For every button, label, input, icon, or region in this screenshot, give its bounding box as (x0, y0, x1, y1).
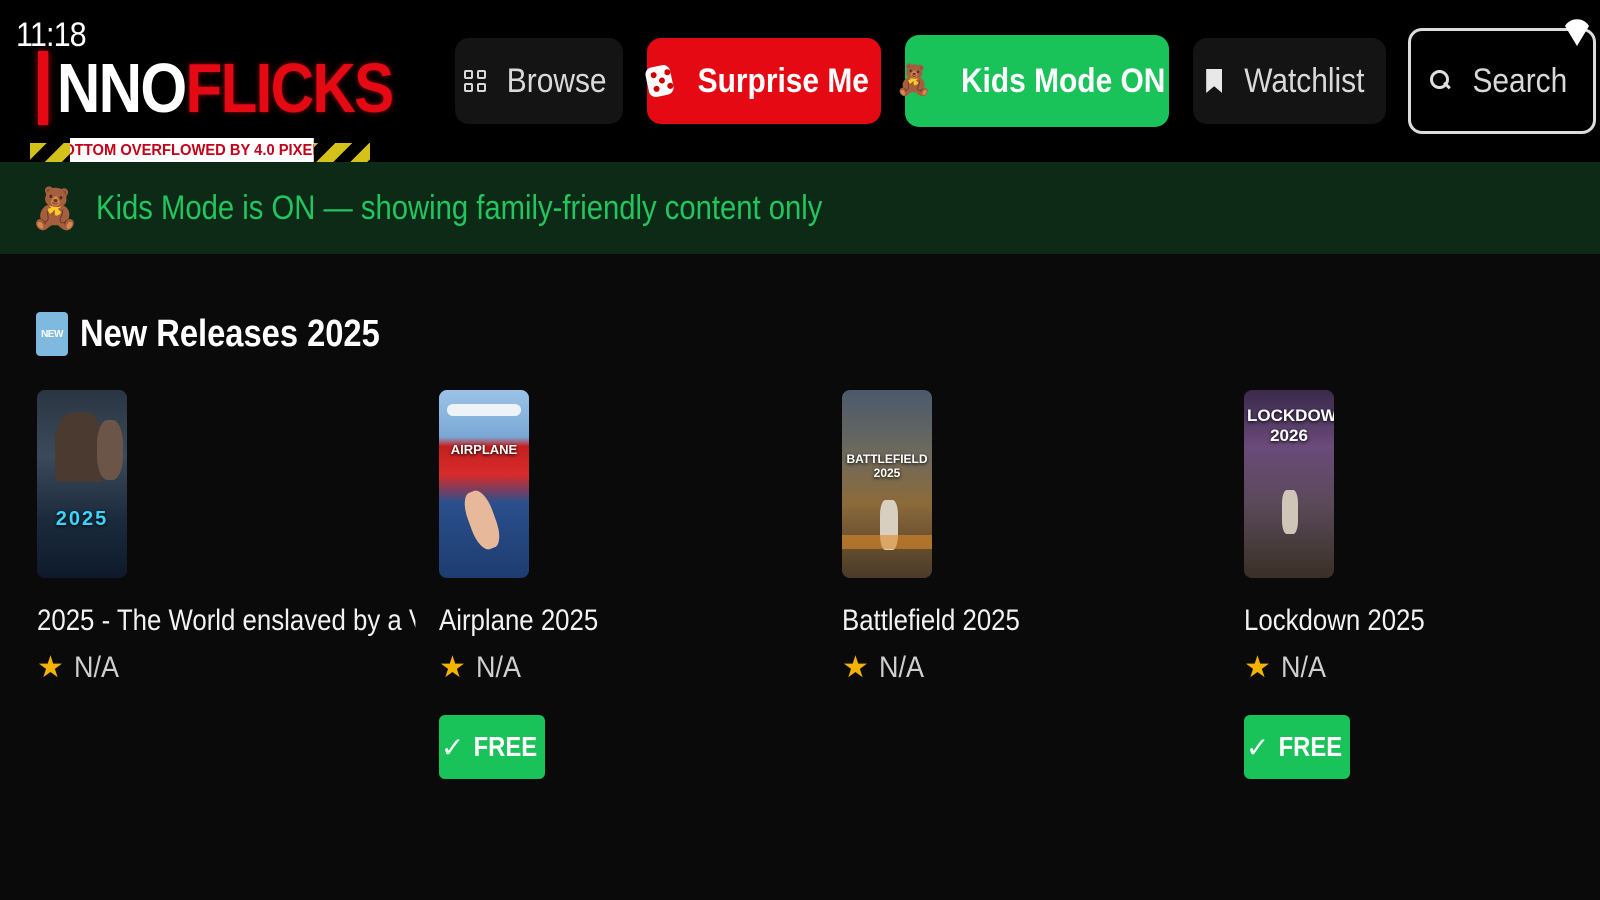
movie-poster[interactable]: BATTLEFIELD 2025 (842, 390, 932, 578)
new-badge-icon: NEW (36, 312, 68, 356)
logo-text-inno: NNO (56, 49, 187, 127)
movie-title: Lockdown 2025 (1244, 604, 1425, 637)
movie-rating: ★ N/A (439, 650, 834, 685)
movie-card[interactable]: LOCKDOWN 2026 Lockdown 2025 ★ N/A ✓ FREE (1244, 390, 1600, 779)
teddy-bear-icon: 🧸 (30, 186, 80, 231)
free-badge: ✓ FREE (1244, 715, 1350, 779)
movie-rating: ★ N/A (37, 650, 432, 685)
free-label: FREE (473, 731, 538, 762)
poster-text: 2025 (55, 508, 109, 530)
poster-figure (459, 487, 505, 553)
poster-plane (447, 404, 521, 416)
free-badge: ✓ FREE (439, 715, 545, 779)
browse-button[interactable]: Browse (455, 38, 623, 124)
surprise-me-button[interactable]: Surprise Me (644, 38, 881, 124)
search-label: Search (1472, 61, 1568, 100)
browse-label: Browse (507, 61, 607, 100)
section-header-new-releases: NEW New Releases 2025 (36, 311, 429, 357)
app-logo[interactable]: NNO FLICKS (38, 48, 395, 128)
logo-bar-mark (38, 51, 49, 125)
rating-value: N/A (475, 650, 521, 684)
watchlist-button[interactable]: Watchlist (1193, 38, 1386, 124)
star-icon: ★ (439, 651, 466, 684)
top-bar: 11:18 NNO FLICKS BOTTOM OVERFLOWED BY 4.… (0, 0, 1600, 163)
overflow-warning-label: BOTTOM OVERFLOWED BY 4.0 PIXELS (70, 138, 314, 163)
movie-title: Battlefield 2025 (842, 604, 1020, 637)
poster-figure (97, 420, 123, 480)
check-icon: ✓ (1245, 731, 1270, 763)
movie-rating: ★ N/A (842, 650, 1237, 685)
check-icon: ✓ (440, 731, 465, 763)
movie-title: Airplane 2025 (439, 604, 599, 637)
star-icon: ★ (37, 651, 64, 684)
movie-card[interactable]: AIRPLANE Airplane 2025 ★ N/A ✓ FREE (439, 390, 834, 779)
star-icon: ★ (842, 651, 869, 684)
grid-icon (464, 70, 487, 92)
rating-value: N/A (878, 650, 924, 684)
kids-mode-label: Kids Mode ON (960, 61, 1165, 100)
kids-mode-message: Kids Mode is ON — showing family-friendl… (95, 188, 823, 227)
star-icon: ★ (1244, 651, 1271, 684)
movie-poster[interactable]: AIRPLANE (439, 390, 529, 578)
section-title: New Releases 2025 (80, 312, 380, 355)
kids-mode-banner: 🧸 Kids Mode is ON — showing family-frien… (0, 162, 1600, 254)
poster-text: LOCKDOWN 2026 (1247, 406, 1334, 445)
poster-text: AIRPLANE (450, 442, 518, 457)
free-label: FREE (1278, 731, 1343, 762)
rating-value: N/A (1280, 650, 1326, 684)
movie-title: 2025 - The World enslaved by a Vir... (37, 604, 415, 637)
poster-figure (55, 412, 103, 482)
teddy-bear-icon: 🧸 (895, 64, 933, 97)
movie-poster[interactable]: LOCKDOWN 2026 (1244, 390, 1334, 578)
wifi-signal-icon (1565, 19, 1589, 46)
search-icon (1430, 70, 1452, 92)
logo-text-flicks: FLICKS (185, 49, 395, 127)
movie-poster[interactable]: 2025 (37, 390, 127, 578)
movie-rating: ★ N/A (1244, 650, 1600, 685)
watchlist-label: Watchlist (1244, 61, 1365, 100)
movie-card[interactable]: 2025 2025 - The World enslaved by a Vir.… (37, 390, 432, 685)
bookmark-icon (1206, 69, 1223, 93)
poster-figure (1282, 490, 1298, 534)
dice-icon (644, 63, 676, 99)
app-root: 11:18 NNO FLICKS BOTTOM OVERFLOWED BY 4.… (0, 0, 1600, 900)
kids-mode-toggle[interactable]: 🧸 Kids Mode ON (895, 35, 1169, 127)
movie-card[interactable]: BATTLEFIELD 2025 Battlefield 2025 ★ N/A (842, 390, 1237, 685)
surprise-me-label: Surprise Me (698, 61, 870, 100)
poster-fire (842, 535, 932, 549)
rating-value: N/A (73, 650, 119, 684)
poster-text: BATTLEFIELD 2025 (846, 452, 928, 480)
